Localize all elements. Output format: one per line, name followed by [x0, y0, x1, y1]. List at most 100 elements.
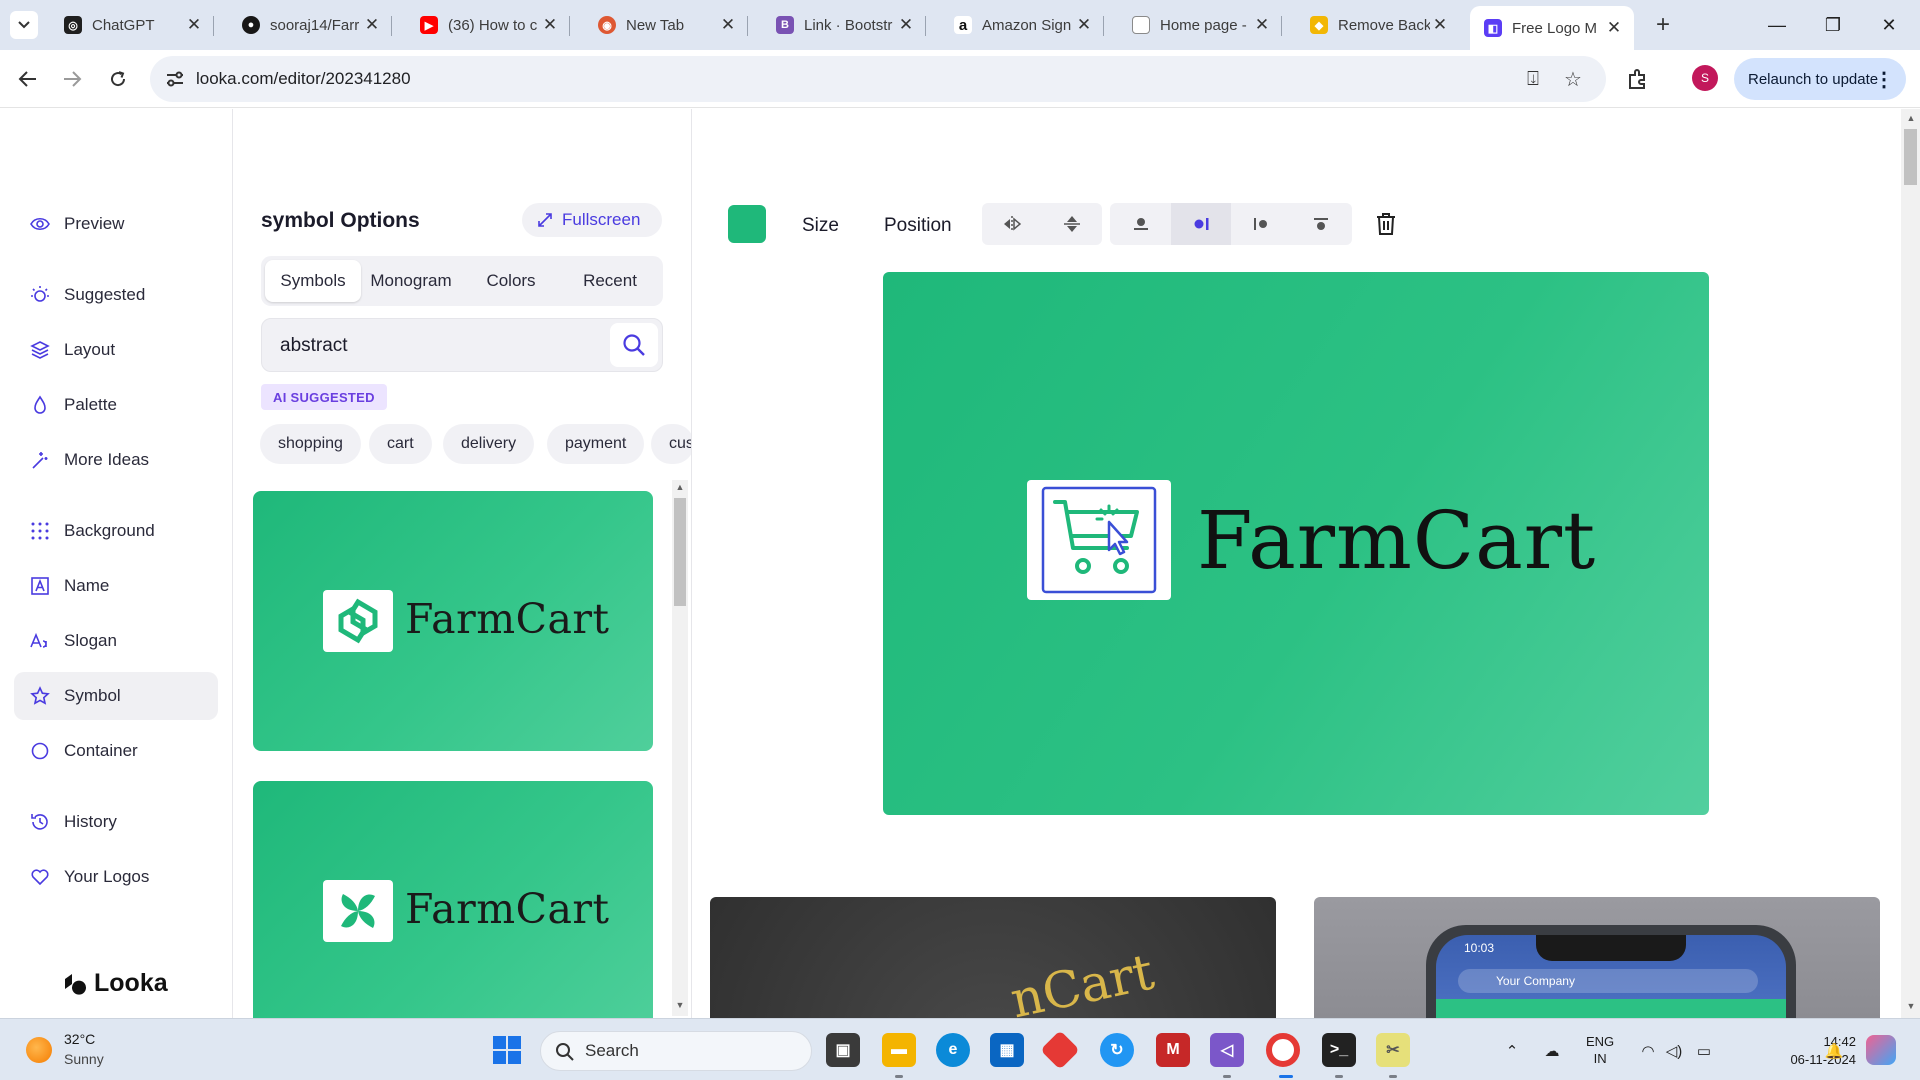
scroll-down-arrow-icon[interactable]: ▼ [674, 1000, 686, 1014]
symbol-result-card[interactable]: FarmCart [253, 781, 653, 1018]
task-view-icon[interactable]: ▣ [826, 1033, 860, 1067]
copilot-icon[interactable] [1866, 1035, 1896, 1065]
position-control[interactable]: Position [884, 215, 952, 237]
symbol-left-button[interactable] [1171, 203, 1231, 245]
close-icon[interactable]: ✕ [1252, 15, 1272, 35]
page-scrollbar[interactable]: ▲ ▼ [1901, 109, 1920, 1018]
close-icon[interactable]: ✕ [1430, 15, 1450, 35]
profile-avatar[interactable]: S [1692, 65, 1718, 91]
results-scrollbar[interactable]: ▲ ▼ [672, 480, 688, 1016]
browser-tab[interactable]: ◉ New Tab ✕ [584, 8, 748, 42]
flip-horizontal-button[interactable] [982, 203, 1042, 245]
flip-vertical-button[interactable] [1042, 203, 1102, 245]
bookmark-star-icon[interactable]: ☆ [1560, 66, 1586, 92]
nav-item-name[interactable]: Name [14, 562, 218, 610]
visual-studio-icon[interactable]: ◁ [1210, 1033, 1244, 1067]
close-window-button[interactable]: ✕ [1866, 8, 1912, 42]
back-button[interactable] [12, 63, 44, 95]
scroll-down-arrow-icon[interactable]: ▼ [1905, 1001, 1917, 1015]
close-icon[interactable]: ✕ [718, 15, 738, 35]
wifi-icon[interactable]: ◠ [1638, 1041, 1658, 1061]
symbol-result-card[interactable]: FarmCart [253, 491, 653, 751]
tab-monogram[interactable]: Monogram [361, 260, 461, 302]
volume-icon[interactable]: ◁) [1664, 1041, 1684, 1061]
delete-symbol-button[interactable] [1372, 210, 1400, 238]
chevron-up-icon[interactable]: ⌃ [1502, 1041, 1522, 1061]
nav-item-history[interactable]: History [14, 798, 218, 846]
new-tab-button[interactable]: + [1648, 10, 1678, 40]
url-text[interactable]: looka.com/editor/202341280 [196, 69, 411, 89]
nav-item-symbol[interactable]: Symbol [14, 672, 218, 720]
browser-tab[interactable]: ▶ (36) How to c ✕ [406, 8, 570, 42]
search-value[interactable]: abstract [280, 335, 348, 357]
logo-canvas[interactable]: FarmCart [883, 272, 1709, 815]
keyword-chip[interactable]: delivery [443, 424, 535, 464]
nav-item-layout[interactable]: Layout [14, 326, 218, 374]
tab-symbols[interactable]: Symbols [265, 260, 361, 302]
microsoft-store-icon[interactable]: ▦ [990, 1033, 1024, 1067]
keyword-chip[interactable]: cart [369, 424, 432, 464]
minimize-button[interactable]: — [1754, 8, 1800, 42]
nav-item-slogan[interactable]: Slogan [14, 617, 218, 665]
phone-mockup[interactable]: 10:03 Your Company [1314, 897, 1880, 1018]
browser-tab[interactable]: a Amazon Sign ✕ [940, 8, 1104, 42]
search-button[interactable] [610, 323, 658, 367]
chrome-icon[interactable] [1266, 1033, 1300, 1067]
terminal-icon[interactable]: >_ [1322, 1033, 1356, 1067]
business-card-mockup[interactable]: nCart [710, 897, 1276, 1018]
extensions-icon[interactable] [1624, 65, 1652, 93]
scroll-up-arrow-icon[interactable]: ▲ [674, 482, 686, 496]
close-icon[interactable]: ✕ [540, 15, 560, 35]
nav-item-container[interactable]: Container [14, 727, 218, 775]
file-explorer-icon[interactable]: ▬ [882, 1033, 916, 1067]
browser-tab[interactable]: ● sooraj14/Farr ✕ [228, 8, 392, 42]
symbol-bottom-button[interactable] [1291, 203, 1351, 245]
nav-item-suggested[interactable]: Suggested [14, 271, 218, 319]
close-icon[interactable]: ✕ [1074, 15, 1094, 35]
browser-tab-active[interactable]: ◧ Free Logo M ✕ [1470, 6, 1634, 50]
scroll-thumb[interactable] [674, 498, 686, 606]
site-settings-icon[interactable] [164, 68, 186, 90]
battery-icon[interactable]: ▭ [1694, 1041, 1714, 1061]
tab-colors[interactable]: Colors [461, 260, 561, 302]
browser-tab[interactable]: B Link · Bootstr ✕ [762, 8, 926, 42]
more-vert-icon[interactable]: ⋮ [1874, 67, 1894, 92]
symbol-color-swatch[interactable] [728, 205, 766, 243]
install-app-icon[interactable]: ⍗ [1520, 66, 1546, 92]
nav-item-background[interactable]: Background [14, 507, 218, 555]
tab-search-button[interactable] [10, 11, 38, 39]
weather-condition[interactable]: Sunny [64, 1051, 104, 1067]
browser-tab[interactable]: Home page - ✕ [1118, 8, 1282, 42]
windows-start-icon[interactable] [490, 1033, 524, 1067]
notification-bell-icon[interactable]: 🔔 [1824, 1041, 1844, 1061]
edge-browser-icon[interactable]: e [936, 1033, 970, 1067]
symbol-top-button[interactable] [1111, 203, 1171, 245]
keyword-chip[interactable]: cus [651, 424, 691, 464]
close-icon[interactable]: ✕ [896, 15, 916, 35]
updater-icon[interactable]: ↻ [1100, 1033, 1134, 1067]
close-icon[interactable]: ✕ [1604, 18, 1624, 38]
symbol-right-button[interactable] [1231, 203, 1291, 245]
weather-temp[interactable]: 32°C [64, 1031, 95, 1047]
sun-icon[interactable] [26, 1037, 52, 1063]
logo-company-name[interactable]: FarmCart [1197, 494, 1596, 587]
address-bar[interactable]: looka.com/editor/202341280 ⍗ ☆ [150, 56, 1606, 102]
clock[interactable]: 14:42 06-11-2024 [1778, 1033, 1856, 1069]
tab-recent[interactable]: Recent [561, 260, 659, 302]
close-icon[interactable]: ✕ [362, 15, 382, 35]
nav-item-palette[interactable]: Palette [14, 381, 218, 429]
nav-item-preview[interactable]: Preview [14, 200, 218, 248]
keyword-chip[interactable]: shopping [260, 424, 361, 464]
scroll-thumb[interactable] [1904, 129, 1917, 185]
snipping-tool-icon[interactable]: ✂ [1376, 1033, 1410, 1067]
browser-tab[interactable]: ◎ ChatGPT ✕ [50, 8, 214, 42]
anydesk-icon[interactable] [1040, 1030, 1080, 1070]
forward-button[interactable] [56, 63, 88, 95]
reload-button[interactable] [102, 63, 134, 95]
nav-item-your-logos[interactable]: Your Logos [14, 853, 218, 901]
symbol-search-input[interactable]: abstract [261, 318, 663, 372]
mcafee-icon[interactable]: M [1156, 1033, 1190, 1067]
restore-button[interactable]: ❐ [1810, 8, 1856, 42]
keyword-chip[interactable]: payment [547, 424, 645, 464]
cart-click-icon[interactable] [1027, 480, 1171, 600]
